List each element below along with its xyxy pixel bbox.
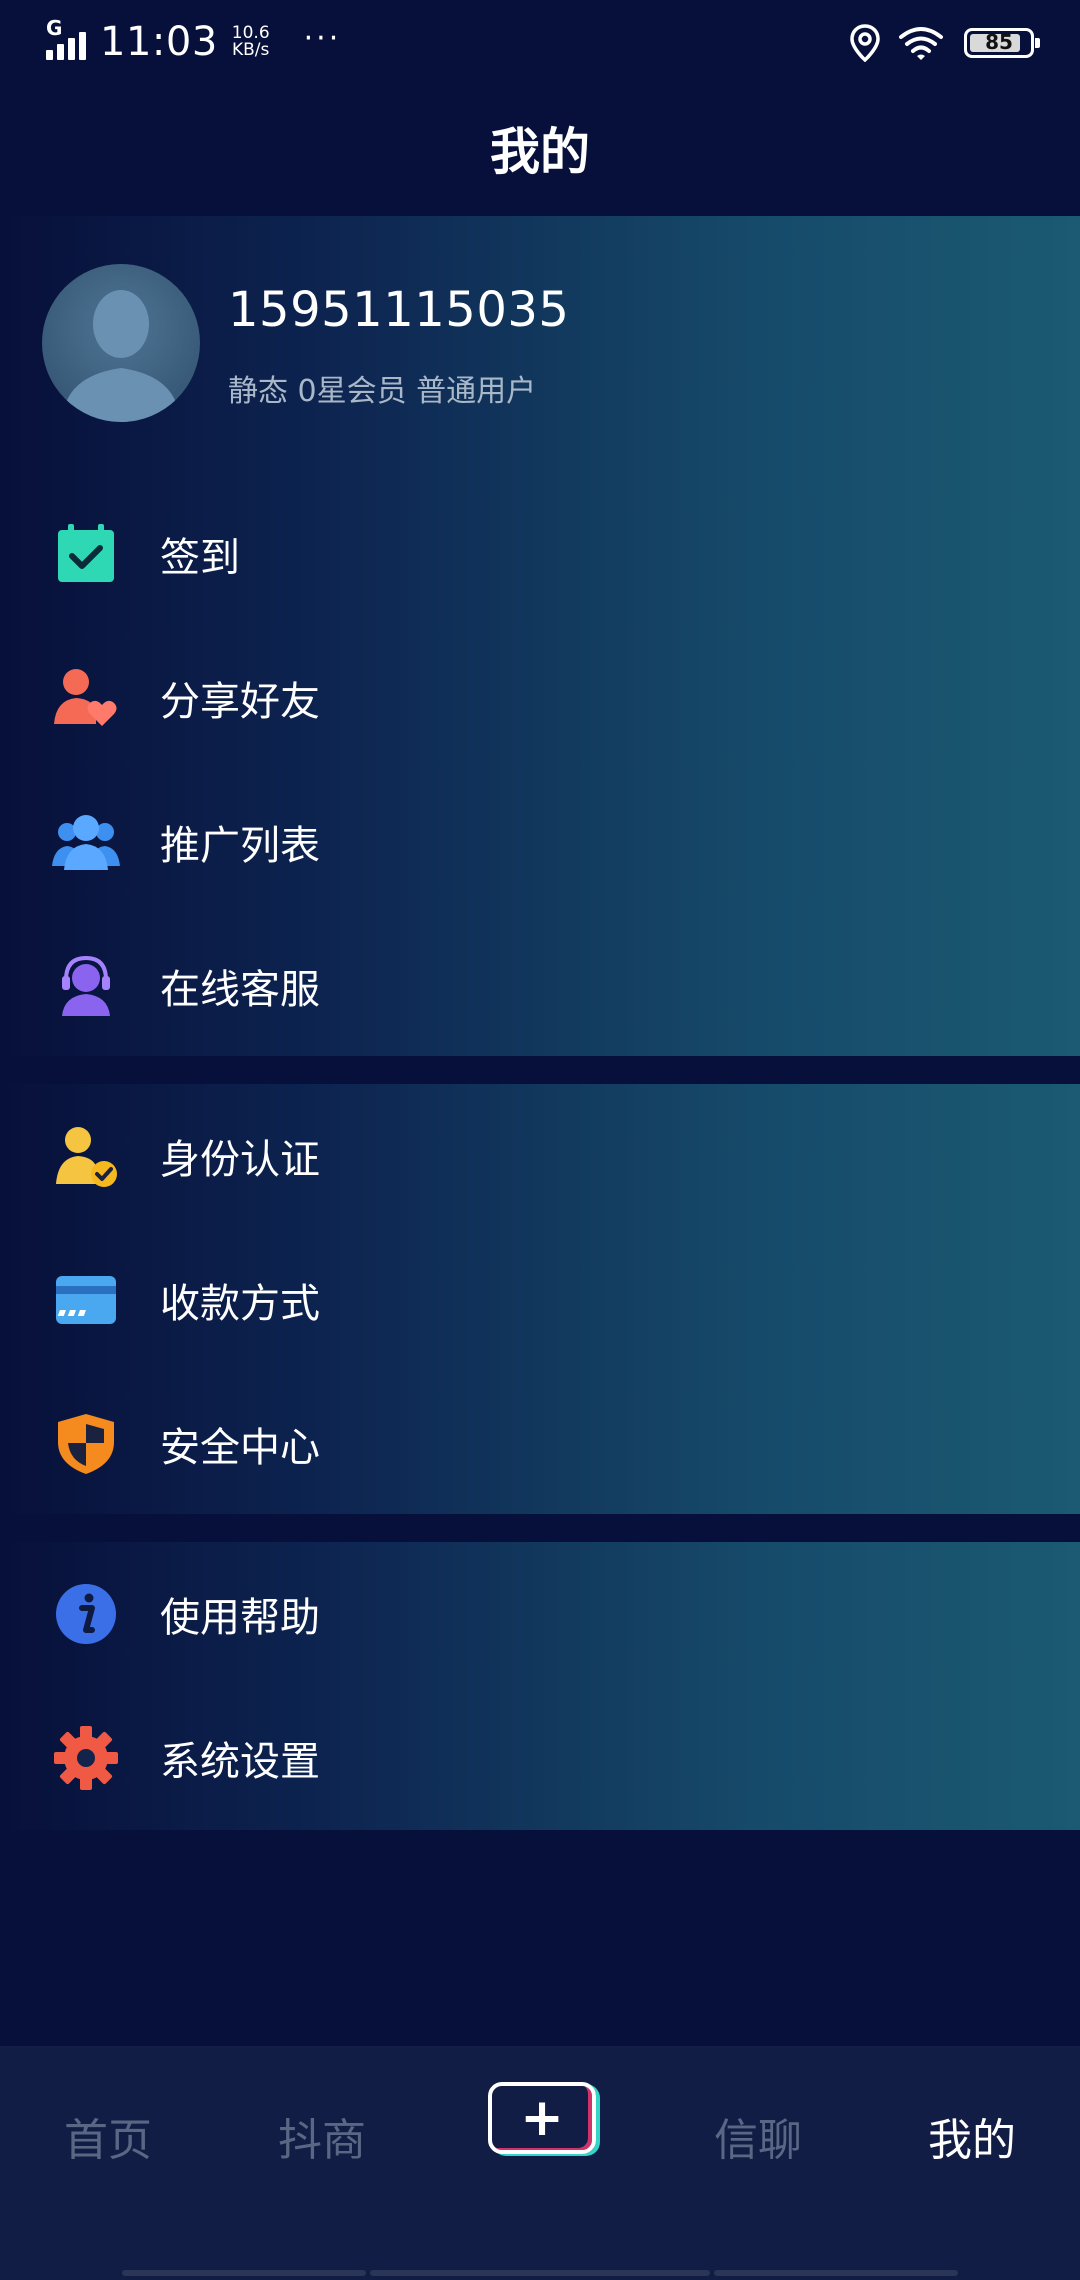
menu-item-help[interactable]: 使用帮助 <box>0 1544 1080 1684</box>
plus-icon: + <box>520 2088 564 2148</box>
status-right: 85 <box>850 22 1040 64</box>
avatar[interactable] <box>42 264 200 422</box>
tab-home[interactable]: 首页 <box>40 2086 176 2186</box>
shield-icon <box>58 1414 114 1474</box>
more-notifications-icon: ··· <box>303 20 342 56</box>
menu-item-label: 系统设置 <box>160 1739 320 1785</box>
bottom-tab-bar: 首页 抖商 + 信聊 我的 <box>0 2046 1080 2280</box>
menu-item-label: 收款方式 <box>160 1281 320 1327</box>
headset-icon <box>62 955 110 1016</box>
user-verified-icon <box>56 1127 117 1187</box>
calendar-check-icon <box>58 524 114 582</box>
tab-doushang[interactable]: 抖商 <box>254 2086 390 2186</box>
menu-item-label: 分享好友 <box>160 679 320 725</box>
menu-item-label: 签到 <box>160 535 240 581</box>
info-icon <box>56 1584 116 1644</box>
menu-item-label: 身份认证 <box>160 1137 320 1183</box>
network-speed: 10.6 KB/s <box>232 25 270 59</box>
user-phone: 15951115035 <box>228 282 570 338</box>
menu-item-online-service[interactable]: 在线客服 <box>0 916 1080 1056</box>
menu-item-payment-method[interactable]: 收款方式 <box>0 1230 1080 1370</box>
profile-panel: 15951115035 静态 0星会员 普通用户 签到 分享好友 推广列表 在线… <box>0 216 1080 1056</box>
menu-item-label: 安全中心 <box>160 1425 320 1471</box>
menu-item-label: 推广列表 <box>160 823 320 869</box>
location-icon <box>850 24 880 62</box>
status-time: 11:03 <box>100 19 218 65</box>
menu-item-label: 在线客服 <box>160 967 320 1013</box>
user-heart-icon <box>54 669 117 726</box>
credit-card-icon <box>56 1276 116 1324</box>
profile-header[interactable]: 15951115035 静态 0星会员 普通用户 <box>0 216 1080 476</box>
page-title: 我的 <box>490 123 590 181</box>
gesture-bar <box>0 2270 1080 2280</box>
menu-item-security-center[interactable]: 安全中心 <box>0 1374 1080 1514</box>
network-type: G <box>46 16 63 40</box>
publish-button[interactable]: + <box>488 2082 596 2154</box>
menu-item-system-settings[interactable]: 系统设置 <box>0 1688 1080 1828</box>
account-panel: 身份认证 收款方式 安全中心 <box>0 1084 1080 1514</box>
menu-item-identity-verification[interactable]: 身份认证 <box>0 1086 1080 1226</box>
battery-icon: 85 <box>964 28 1040 58</box>
gear-icon <box>54 1726 118 1790</box>
menu-item-checkin[interactable]: 签到 <box>0 484 1080 624</box>
menu-item-share-friends[interactable]: 分享好友 <box>0 628 1080 768</box>
avatar-placeholder-icon <box>62 290 180 422</box>
help-panel: 使用帮助 系统设置 <box>0 1542 1080 1830</box>
screen: G 11:03 10.6 KB/s ··· 85 我的 15951115035 … <box>0 0 1080 2280</box>
tab-mine[interactable]: 我的 <box>904 2086 1040 2186</box>
menu-item-label: 使用帮助 <box>160 1595 320 1641</box>
tab-xinliao[interactable]: 信聊 <box>690 2086 826 2186</box>
status-bar: G 11:03 10.6 KB/s ··· 85 <box>0 0 1080 84</box>
signal-icon: G <box>46 16 92 64</box>
member-info: 静态 0星会员 普通用户 <box>228 374 537 409</box>
speed-unit: KB/s <box>232 40 270 60</box>
status-left: G 11:03 10.6 KB/s ··· <box>46 16 342 66</box>
battery-level: 85 <box>985 30 1013 54</box>
menu-item-promotion-list[interactable]: 推广列表 <box>0 772 1080 912</box>
wifi-icon <box>899 27 943 60</box>
user-group-icon <box>52 815 120 870</box>
